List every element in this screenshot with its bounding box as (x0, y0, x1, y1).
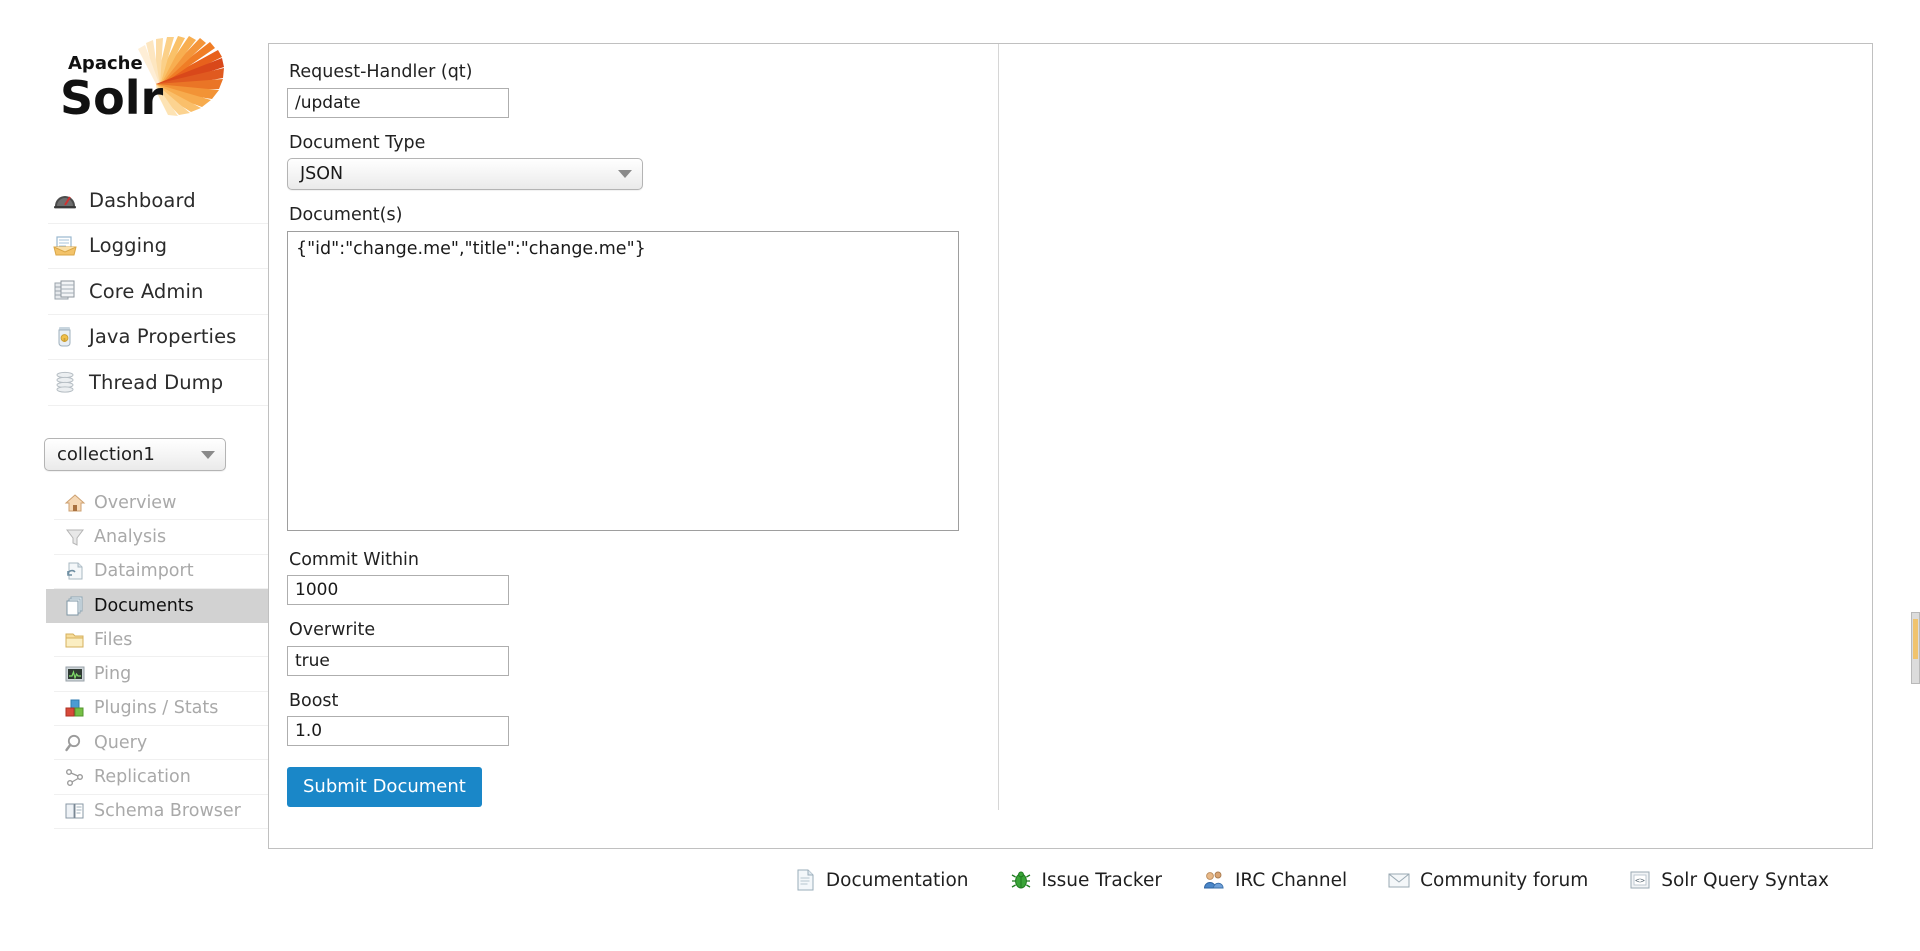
footer-link-community-forum[interactable]: Community forum (1387, 869, 1588, 891)
request-handler-field: Request-Handler (qt) (287, 62, 997, 118)
apache-solr-logo[interactable]: Apache Solr (50, 36, 230, 128)
collection-selector[interactable]: collection1 (44, 438, 226, 471)
sidebar-item-query[interactable]: Query (54, 726, 268, 761)
svg-text:<>: <> (1635, 876, 1645, 885)
collection-selector-value: collection1 (57, 444, 155, 465)
overwrite-input[interactable] (287, 645, 509, 676)
footer-link-label: Community forum (1420, 869, 1589, 891)
request-handler-label: Request-Handler (qt) (289, 62, 473, 82)
document-type-select[interactable]: JSON (287, 158, 643, 190)
code-icon: <> (1628, 869, 1652, 891)
sidebar-item-core-admin[interactable]: Core Admin (48, 269, 268, 315)
footer-link-documentation[interactable]: Documentation (793, 869, 969, 891)
documents-textarea[interactable]: {"id":"change.me","title":"change.me"} (287, 230, 959, 531)
page-scrollbar[interactable] (1911, 612, 1920, 684)
overwrite-field: Overwrite (287, 620, 997, 676)
plugins-icon (64, 698, 86, 718)
sidebar-item-label: Thread Dump (89, 370, 224, 394)
footer-links: Documentation Issue Tracker IRC Channel … (268, 855, 1873, 905)
footer-link-solr-query-syntax[interactable]: <> Solr Query Syntax (1628, 869, 1829, 891)
envelope-icon (1387, 869, 1411, 891)
document-type-value: JSON (300, 164, 344, 184)
sidebar-item-label: Schema Browser (94, 801, 241, 822)
sidebar-item-label: Query (94, 732, 148, 753)
commit-within-input[interactable] (287, 575, 509, 605)
request-handler-input[interactable] (287, 87, 509, 118)
magnifier-icon (64, 733, 86, 753)
footer-link-label: Issue Tracker (1041, 869, 1162, 891)
sidebar-item-label: Logging (89, 234, 168, 257)
folder-icon (64, 630, 86, 650)
core-admin-icon (52, 279, 78, 303)
java-properties-icon (52, 325, 78, 349)
document-form: Request-Handler (qt) Document Type JSON … (287, 62, 997, 807)
sidebar-item-analysis[interactable]: Analysis (54, 520, 268, 555)
documents-label: Document(s) (289, 205, 403, 225)
sidebar-item-replication[interactable]: Replication (54, 760, 268, 795)
boost-label: Boost (289, 690, 339, 711)
boost-field: Boost (287, 690, 997, 746)
book-icon (64, 801, 86, 821)
scrollbar-thumb[interactable] (1913, 619, 1918, 659)
solr-admin-page: Apache Solr Dashboard Logging Core Admin… (0, 0, 1920, 951)
logging-icon (52, 234, 78, 258)
main-nav: Dashboard Logging Core Admin Java Proper… (48, 178, 268, 406)
sidebar-item-label: Core Admin (89, 279, 204, 303)
bug-icon (1009, 869, 1033, 891)
boost-input[interactable] (287, 716, 509, 746)
dataimport-icon (64, 561, 86, 581)
footer-link-issue-tracker[interactable]: Issue Tracker (1009, 869, 1162, 891)
sidebar-item-label: Overview (94, 492, 177, 513)
sidebar-item-label: Documents (94, 595, 194, 616)
overwrite-label: Overwrite (289, 620, 376, 640)
sidebar-item-label: Analysis (94, 526, 167, 547)
commit-within-field: Commit Within (287, 549, 997, 605)
ping-icon (64, 664, 86, 684)
sidebar-item-thread-dump[interactable]: Thread Dump (48, 360, 268, 406)
sidebar-item-schema-browser[interactable]: Schema Browser (54, 795, 268, 829)
sidebar-item-plugins-stats[interactable]: Plugins / Stats (54, 692, 268, 727)
sidebar-item-label: Ping (94, 664, 132, 685)
sidebar-item-label: Java Properties (89, 325, 237, 348)
sidebar-item-logging[interactable]: Logging (48, 224, 268, 269)
home-icon (64, 493, 86, 513)
sidebar-item-dataimport[interactable]: Dataimport (54, 555, 268, 589)
sidebar-item-label: Plugins / Stats (94, 698, 219, 719)
core-nav: Overview Analysis Dataimport Documents F… (46, 486, 268, 829)
thread-dump-icon (52, 370, 78, 394)
sidebar-item-documents[interactable]: Documents (46, 588, 268, 624)
document-type-label: Document Type (289, 132, 426, 153)
sidebar: Apache Solr Dashboard Logging Core Admin… (0, 0, 268, 951)
sidebar-item-ping[interactable]: Ping (54, 657, 268, 692)
footer-link-label: Solr Query Syntax (1661, 869, 1829, 891)
solr-logo-icon: Apache Solr (60, 36, 224, 125)
submit-document-button[interactable]: Submit Document (287, 767, 482, 807)
document-icon (793, 869, 817, 891)
footer-link-label: IRC Channel (1234, 869, 1348, 891)
footer-link-irc-channel[interactable]: IRC Channel (1202, 869, 1347, 891)
commit-within-label: Commit Within (289, 549, 419, 570)
panel-divider (998, 44, 999, 810)
logo-solr-text: Solr (60, 71, 164, 125)
sidebar-item-label: Files (94, 629, 133, 650)
documents-panel: Request-Handler (qt) Document Type JSON … (268, 43, 1873, 849)
sidebar-item-label: Dataimport (94, 561, 194, 582)
dashboard-icon (52, 188, 78, 212)
sidebar-item-files[interactable]: Files (54, 623, 268, 658)
sidebar-item-overview[interactable]: Overview (54, 486, 268, 521)
chevron-down-icon (201, 450, 215, 459)
document-type-field: Document Type JSON (287, 132, 997, 190)
chevron-down-icon (618, 170, 632, 178)
footer-link-label: Documentation (825, 869, 969, 891)
sidebar-item-java-properties[interactable]: Java Properties (48, 315, 268, 360)
sidebar-item-label: Replication (94, 767, 191, 788)
replication-icon (64, 767, 86, 787)
funnel-icon (64, 527, 86, 547)
sidebar-item-dashboard[interactable]: Dashboard (48, 178, 268, 224)
documents-icon (64, 596, 86, 616)
documents-field: Document(s) {"id":"change.me","title":"c… (287, 205, 997, 535)
people-icon (1202, 869, 1226, 891)
sidebar-item-label: Dashboard (89, 188, 196, 212)
